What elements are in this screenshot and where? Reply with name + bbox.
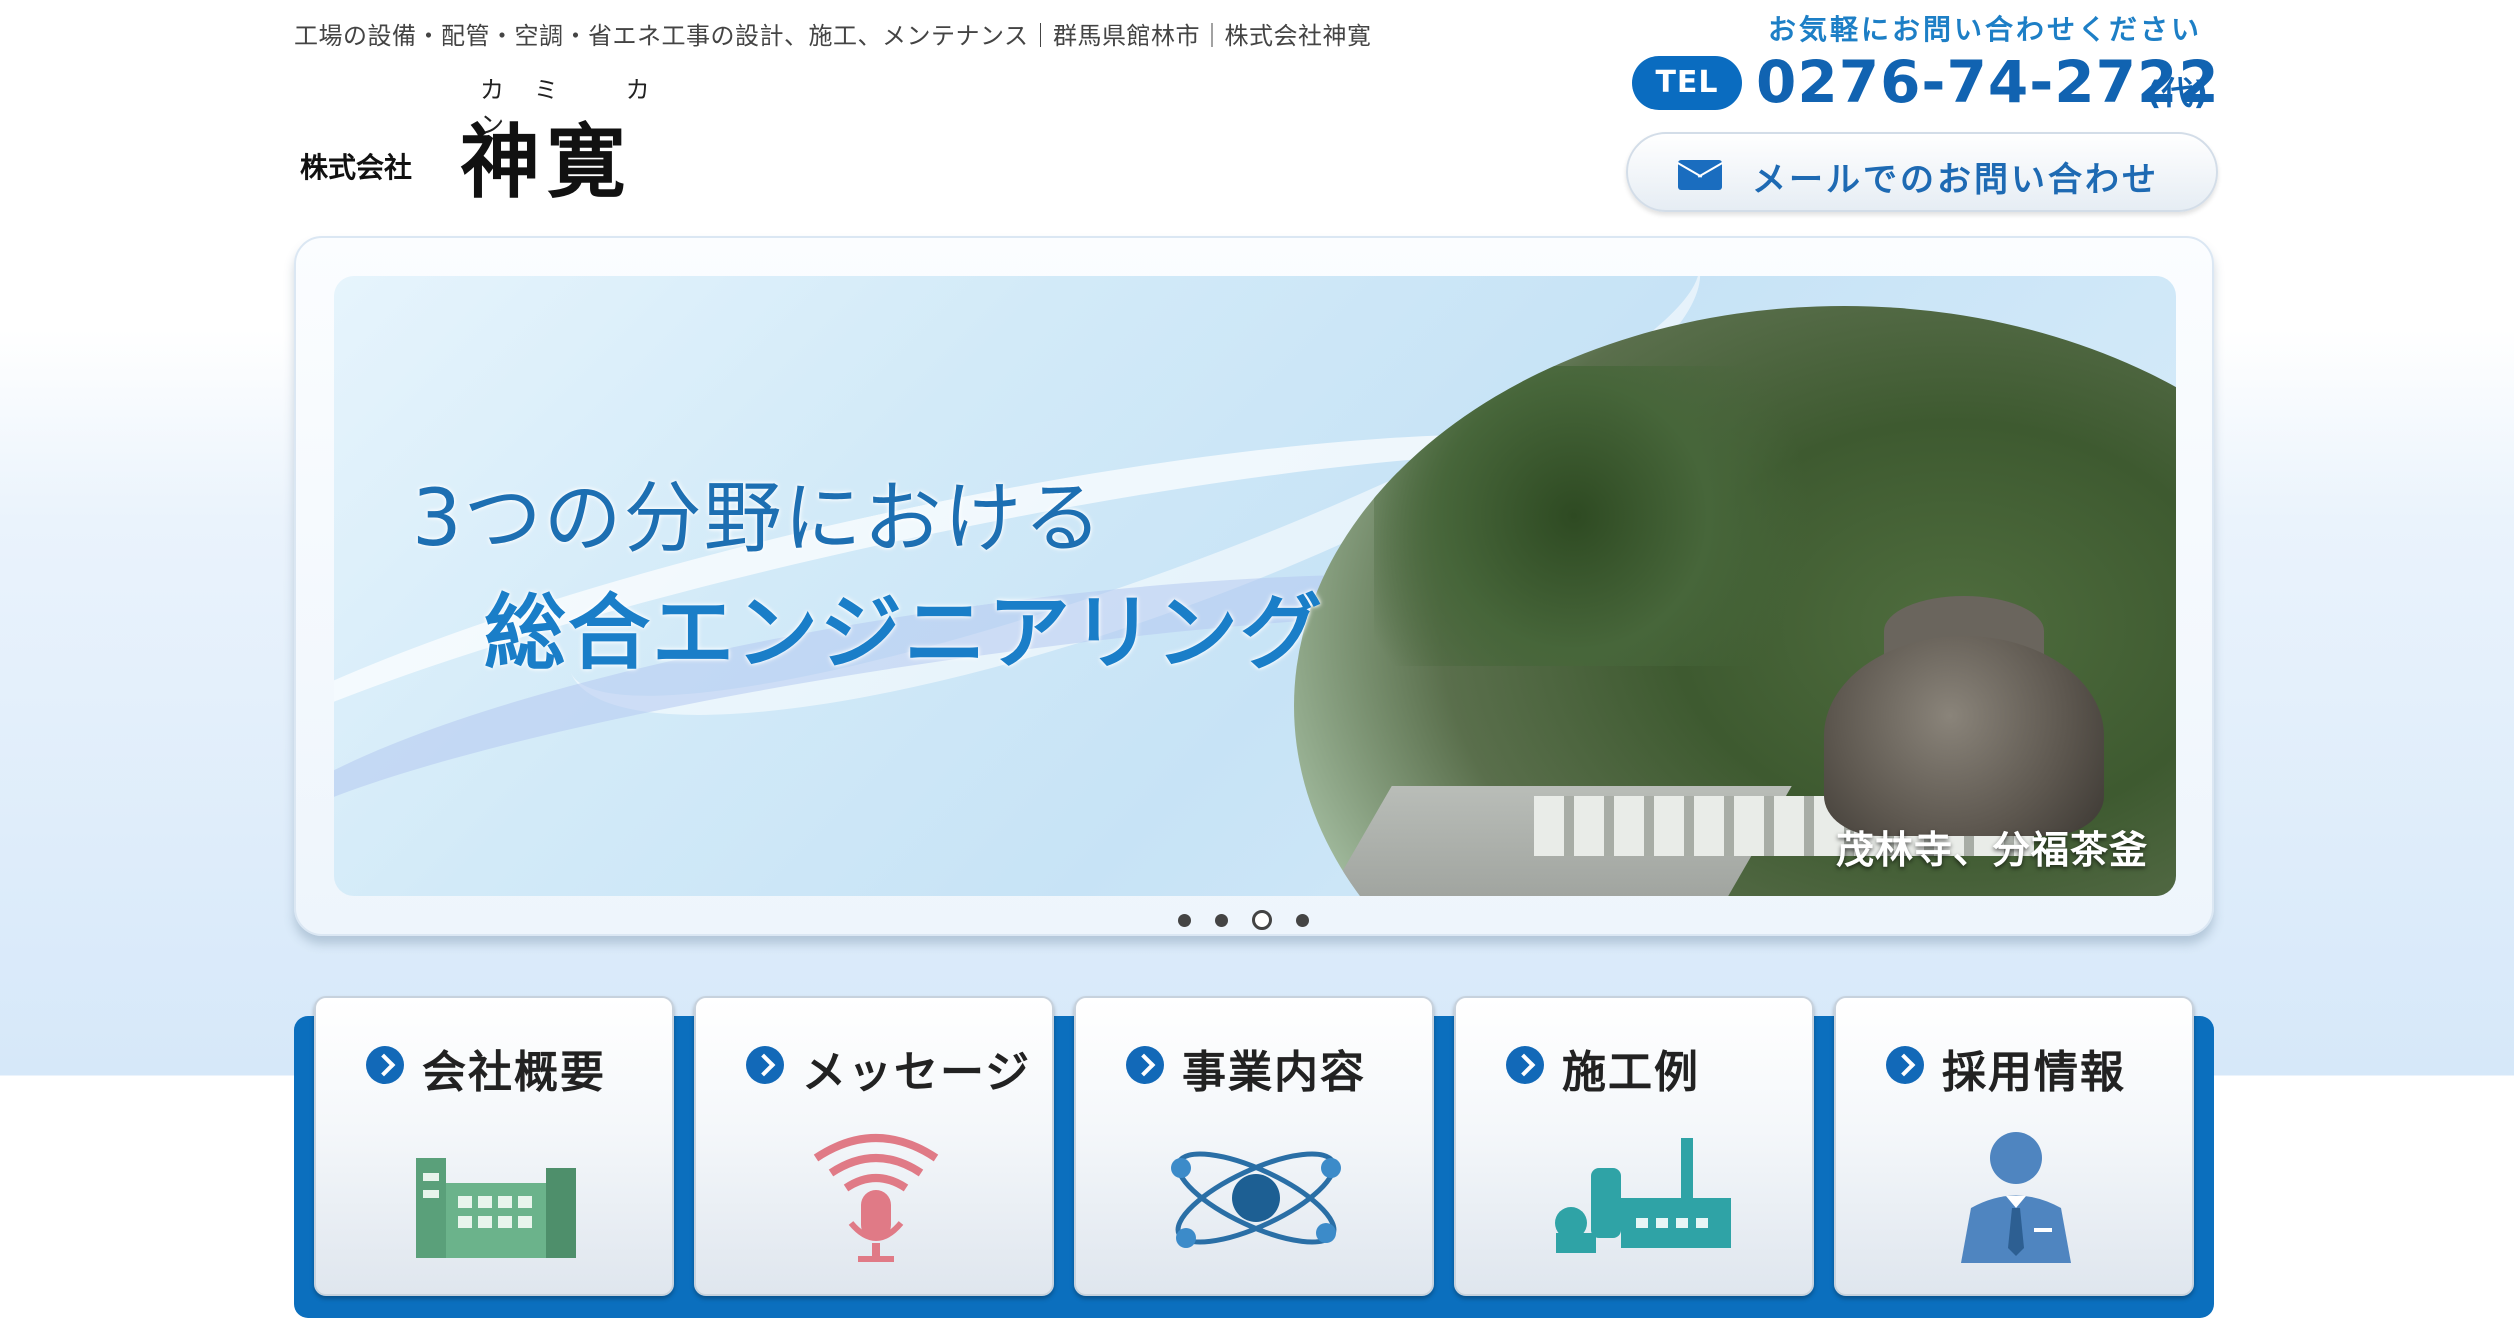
tea-kettle-statue: [1824, 636, 2104, 836]
nav-tile-label: メッセージ: [802, 1047, 1032, 1098]
company-logo[interactable]: 株式会社 カミ カン 神寛: [300, 70, 720, 209]
chevron-right-icon: [1126, 1046, 1164, 1084]
nav-tile-business[interactable]: 事業内容: [1074, 996, 1434, 1296]
contact-box: お気軽にお問い合わせください TEL 0276-74-2722 (代) メールで…: [1614, 8, 2219, 218]
temple-photo: [1294, 306, 2176, 896]
site-tagline: 工場の設備・配管・空調・省エネ工事の設計、施工、メンテナンス｜群馬県館林市｜株式…: [294, 22, 1372, 50]
factory-building-icon: [416, 1158, 576, 1258]
nav-tile-label: 会社概要: [422, 1047, 606, 1098]
tel-suffix: (代): [2146, 74, 2208, 112]
contact-note: お気軽にお問い合わせください: [1767, 13, 2202, 46]
slider-dot-1[interactable]: [1178, 913, 1191, 927]
slide-subline: 総合エンジニアリング: [484, 586, 1325, 681]
mail-contact-button[interactable]: メールでのお問い合わせ: [1626, 132, 2218, 212]
hero-slider: 3つの分野における 総合エンジニアリング 茂林寺、分福茶釜: [294, 236, 2214, 936]
envelope-icon: [1678, 160, 1722, 190]
chevron-right-icon: [366, 1046, 404, 1084]
industrial-plant-icon: [1555, 1138, 1731, 1253]
chevron-right-icon: [1506, 1046, 1544, 1084]
slider-dot-4[interactable]: [1296, 913, 1309, 927]
nav-tile-label: 事業内容: [1182, 1047, 1366, 1098]
logo-name: 神寛: [460, 115, 632, 209]
logo-prefix: 株式会社: [300, 151, 413, 184]
slider-dot-2[interactable]: [1215, 913, 1228, 927]
business-person-icon: [1961, 1132, 2071, 1263]
nav-tile-company[interactable]: 会社概要: [314, 996, 674, 1296]
microphone-icon: [813, 1134, 939, 1262]
nav-tile-recruit[interactable]: 採用情報: [1834, 996, 2194, 1296]
page: 工場の設備・配管・空調・省エネ工事の設計、施工、メンテナンス｜群馬県館林市｜株式…: [294, 0, 2219, 1334]
slide-caption: 茂林寺、分福茶釜: [1835, 828, 2148, 872]
nav-tile-works[interactable]: 施工例: [1454, 996, 1814, 1296]
nav-tile-label: 施工例: [1562, 1047, 1700, 1098]
slider-dot-3[interactable]: [1252, 910, 1272, 930]
slide-headline: 3つの分野における: [412, 474, 1104, 564]
nav-tile-label: 採用情報: [1942, 1047, 2126, 1098]
chevron-right-icon: [1886, 1046, 1924, 1084]
nav-tile-message[interactable]: メッセージ: [694, 996, 1054, 1296]
slide-image[interactable]: 3つの分野における 総合エンジニアリング 茂林寺、分福茶釜: [334, 276, 2176, 896]
atom-icon: [1171, 1151, 1341, 1248]
chevron-right-icon: [746, 1046, 784, 1084]
tel-badge: TEL: [1632, 56, 1742, 110]
tree-foliage: [1374, 366, 1874, 666]
mail-contact-label: メールでのお問い合わせ: [1752, 160, 2159, 200]
slider-pagination: [1178, 908, 1338, 932]
